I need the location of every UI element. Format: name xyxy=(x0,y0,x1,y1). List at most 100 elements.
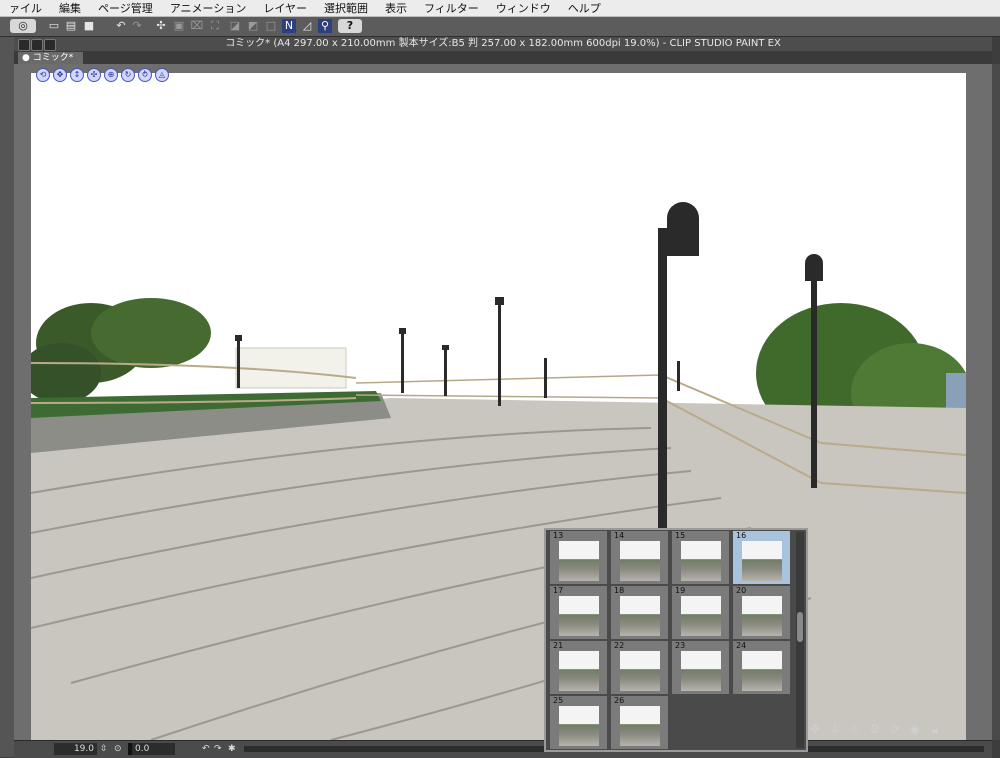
tab-close-icon[interactable]: ● xyxy=(22,53,33,63)
window-title: コミック* (A4 297.00 x 210.00mm 製本サイズ:B5 判 2… xyxy=(225,38,781,49)
move-manipulator-icon[interactable]: ✥ xyxy=(808,722,822,736)
tab-label: コミック* xyxy=(32,53,74,63)
page-preview-image xyxy=(742,541,782,581)
menu-page-management[interactable]: ページ管理 xyxy=(89,0,161,16)
dolly-camera-icon[interactable]: ↕ xyxy=(70,68,84,82)
layer-icon[interactable]: ◩ xyxy=(246,19,260,33)
camera-icon[interactable]: ⌾ xyxy=(848,722,862,736)
transform-icon[interactable]: ✣ xyxy=(154,19,168,33)
open-file-icon[interactable]: ▤ xyxy=(64,19,78,33)
minimize-window-button[interactable] xyxy=(31,39,43,51)
page-number: 18 xyxy=(614,586,625,595)
page-number: 21 xyxy=(553,641,564,650)
menu-view[interactable]: 表示 xyxy=(376,0,415,16)
snap-grid-icon[interactable]: ⚲ xyxy=(318,19,332,33)
reset-icon[interactable]: ⟳ xyxy=(888,722,902,736)
page-number: 16 xyxy=(736,531,747,540)
clear-icon[interactable]: ▣ xyxy=(172,19,186,33)
angle-field[interactable]: 0.0 xyxy=(132,743,175,755)
redo-icon[interactable]: ↷ xyxy=(130,19,144,33)
lock-icon[interactable]: 🔒︎ xyxy=(928,722,942,736)
zoom-fit-icon[interactable]: ⊙ xyxy=(114,743,124,755)
page-preview-image xyxy=(559,541,599,581)
page-thumbnail[interactable]: 19 xyxy=(672,586,729,639)
page-number: 25 xyxy=(553,696,564,705)
menu-help[interactable]: ヘルプ xyxy=(559,0,609,16)
page-preview-image xyxy=(559,706,599,746)
help-icon[interactable]: ? xyxy=(338,19,362,33)
pan-camera-icon[interactable]: ✥ xyxy=(53,68,67,82)
zoom-stepper-icon[interactable]: ⇳ xyxy=(100,743,110,755)
page-number: 13 xyxy=(553,531,564,540)
thumbnail-scrollbar[interactable] xyxy=(796,532,804,748)
page-thumbnail[interactable]: 14 xyxy=(611,531,668,584)
snap-ruler-icon[interactable]: N xyxy=(282,19,296,33)
mask-icon[interactable]: □ xyxy=(264,19,278,33)
menu-window[interactable]: ウィンドウ xyxy=(487,0,559,16)
page-number: 22 xyxy=(614,641,625,650)
page-thumbnail[interactable]: 18 xyxy=(611,586,668,639)
document-tab-strip: ● コミック* xyxy=(14,52,992,64)
menu-filter[interactable]: フィルター xyxy=(415,0,487,16)
rotate-right-icon[interactable]: ↷ xyxy=(214,743,224,755)
page-preview-image xyxy=(559,651,599,691)
page-thumbnail[interactable]: 22 xyxy=(611,641,668,694)
deselect-icon[interactable]: ⌧ xyxy=(190,19,204,33)
page-preview-image xyxy=(620,596,660,636)
new-file-icon[interactable]: ▭ xyxy=(48,19,60,33)
snap-special-ruler-icon[interactable]: ◿ xyxy=(300,19,314,33)
page-thumbnail[interactable]: 23 xyxy=(672,641,729,694)
ground-align-icon[interactable]: ⏚ xyxy=(828,722,842,736)
page-thumbnail[interactable]: 26 xyxy=(611,696,668,749)
fill-icon[interactable]: ◪ xyxy=(228,19,242,33)
rotate-camera-icon[interactable]: ⟲ xyxy=(36,68,50,82)
status-bar: 19.0 ⇳ ⊙ 0.0 ↶ ↷ ✱ xyxy=(14,740,992,758)
menu-animation[interactable]: アニメーション xyxy=(161,0,255,16)
page-preview-image xyxy=(742,596,782,636)
menu-bar: ァイル 編集 ページ管理 アニメーション レイヤー 選択範囲 表示 フィルター … xyxy=(0,0,1000,17)
page-thumbnail[interactable]: 16 xyxy=(733,531,790,584)
move-icon[interactable]: ✣ xyxy=(87,68,101,82)
zoom-field[interactable]: 19.0 xyxy=(54,743,97,755)
tab-comic[interactable]: ● コミック* xyxy=(18,52,84,64)
menu-layer[interactable]: レイヤー xyxy=(254,0,315,16)
rotate-object-icon[interactable]: ↻ xyxy=(121,68,135,82)
reset-rotation-icon[interactable]: ✱ xyxy=(228,743,238,755)
rotate-axis-icon[interactable]: ⥁ xyxy=(138,68,152,82)
crop-icon[interactable]: ⛶ xyxy=(208,19,222,33)
menu-selection[interactable]: 選択範囲 xyxy=(315,0,376,16)
maximize-window-button[interactable] xyxy=(44,39,56,51)
page-number: 17 xyxy=(553,586,564,595)
plaza-pavement xyxy=(31,398,966,740)
close-window-button[interactable] xyxy=(18,39,30,51)
page-thumbnail[interactable]: 21 xyxy=(550,641,607,694)
vertical-scrollbar[interactable] xyxy=(992,64,1000,740)
page-thumbnail[interactable]: 25 xyxy=(550,696,607,749)
rotate-left-icon[interactable]: ↶ xyxy=(202,743,212,755)
3d-camera-controls: ⟲ ✥ ↕ ✣ ⊕ ↻ ⥁ ◬ xyxy=(36,68,169,84)
object-launcher-icons: ✥ ⏚ ⌾ ⚙ ⟳ ◉ 🔒︎ xyxy=(808,722,942,740)
sphere-icon[interactable]: ◉ xyxy=(908,722,922,736)
move-2d-icon[interactable]: ⊕ xyxy=(104,68,118,82)
ground-icon[interactable]: ◬ xyxy=(155,68,169,82)
page-thumbnail[interactable]: 17 xyxy=(550,586,607,639)
page-preview-image xyxy=(681,596,721,636)
page-thumbnail[interactable]: 13 xyxy=(550,531,607,584)
command-bar: ◎ ▭ ▤ ■ ↶ ↷ ✣ ▣ ⌧ ⛶ ◪ ◩ □ N ◿ ⚲ ? xyxy=(0,17,1000,37)
settings-icon[interactable]: ⚙ xyxy=(868,722,882,736)
page-preview-image xyxy=(620,651,660,691)
page-thumbnail[interactable]: 24 xyxy=(733,641,790,694)
scroll-thumb[interactable] xyxy=(797,612,803,642)
canvas-3d-scene[interactable] xyxy=(31,73,966,740)
clip-studio-icon[interactable]: ◎ xyxy=(10,19,36,33)
menu-edit[interactable]: 編集 xyxy=(50,0,89,16)
page-preview-image xyxy=(742,651,782,691)
page-thumbnail-panel: 13 14 15 16 17 18 19 20 21 22 23 24 25 26 xyxy=(544,528,808,752)
page-thumbnail[interactable]: 15 xyxy=(672,531,729,584)
page-thumbnail[interactable]: 20 xyxy=(733,586,790,639)
undo-icon[interactable]: ↶ xyxy=(114,19,128,33)
page-preview-image xyxy=(681,541,721,581)
save-icon[interactable]: ■ xyxy=(82,19,96,33)
page-number: 26 xyxy=(614,696,625,705)
menu-file[interactable]: ァイル xyxy=(0,0,50,16)
